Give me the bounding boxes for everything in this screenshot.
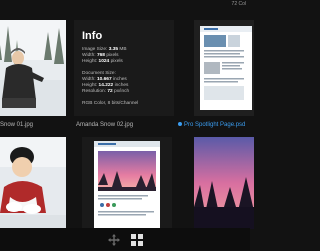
image-size-row: Image Size: 3.35 MB xyxy=(82,47,127,52)
thumbnail-caption[interactable]: Snow 01.jpg xyxy=(0,121,33,129)
file-info-panel: Info Image Size: 3.35 MB Width: 768 pixe… xyxy=(74,20,174,116)
bottom-toolbar xyxy=(0,228,250,250)
info-title: Info xyxy=(82,30,103,42)
thumbnail-sunset-landscape[interactable] xyxy=(194,137,254,229)
color-mode-row: RGB Color, 8 bits/Channel xyxy=(82,101,139,106)
resolution-row: Resolution: 72 px/inch xyxy=(82,89,130,94)
thumbnail-snow-01[interactable] xyxy=(0,20,66,116)
thumbnail-caption-selected[interactable]: Pro Spotlight Page.psd xyxy=(178,121,245,129)
grid-view-icon[interactable] xyxy=(131,233,143,246)
document-width-row: Width: 10.667 inches xyxy=(82,77,127,82)
web-page-preview xyxy=(200,26,252,110)
thumbnail-pro-spotlight-page[interactable] xyxy=(194,20,254,116)
document-size-heading: Document Size: xyxy=(82,71,116,76)
thumbnail-sunset-web-page[interactable] xyxy=(82,137,172,229)
height-row: Height: 1024 pixels xyxy=(82,59,123,64)
thumbnail-caption[interactable]: Amanda Snow 02.jpg xyxy=(76,121,133,129)
move-icon[interactable] xyxy=(108,233,120,246)
width-row: Width: 768 pixels xyxy=(82,53,119,58)
sunset-landscape-photo xyxy=(194,137,254,229)
sunset-web-page-preview xyxy=(94,141,160,229)
snow-portrait-photo xyxy=(0,20,66,116)
selection-dot-icon xyxy=(178,122,182,127)
child-snow-photo xyxy=(0,137,66,229)
thumbnail-child-snow[interactable] xyxy=(0,137,66,229)
document-height-row: Height: 14.222 inches xyxy=(82,83,129,88)
top-status-label: 72 Col xyxy=(231,1,246,7)
